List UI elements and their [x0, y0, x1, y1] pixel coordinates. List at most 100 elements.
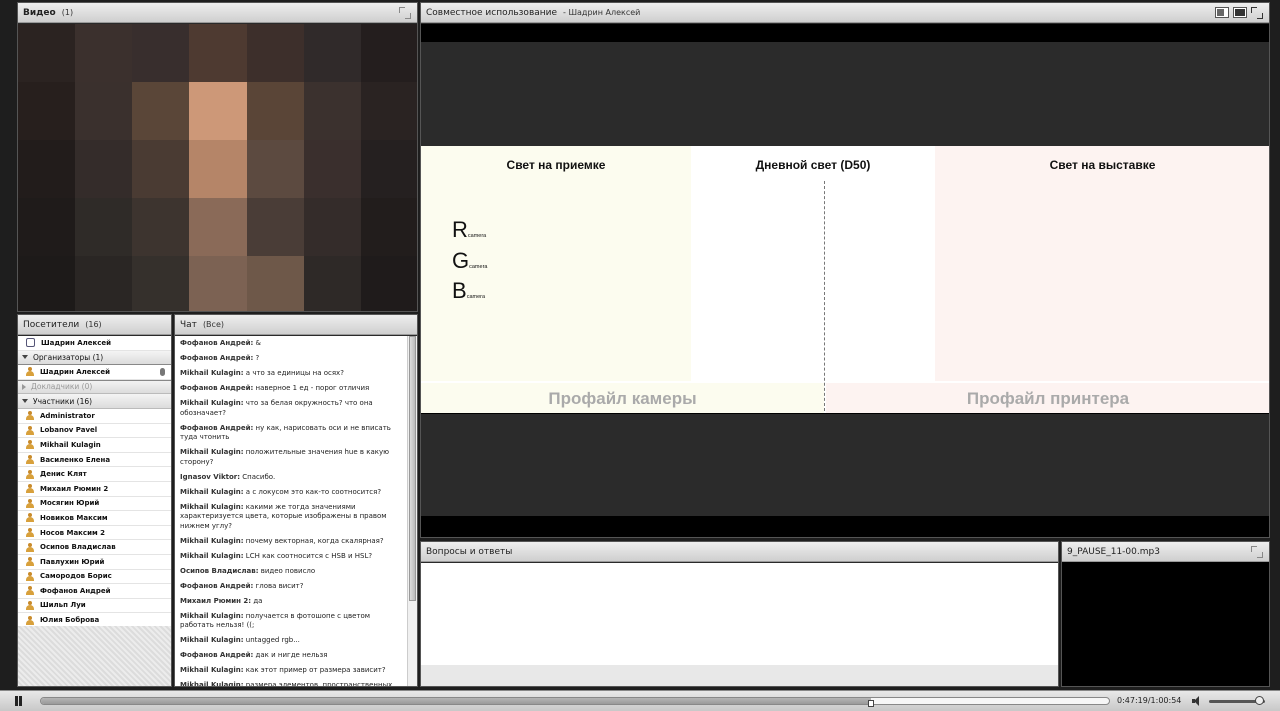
chat-author: Mikhail Kulagin:: [180, 448, 244, 457]
chat-text: а что за единицы на осях?: [243, 368, 344, 377]
participant-entry[interactable]: Михаил Рюмин 2: [18, 482, 171, 497]
chat-author: Фофанов Андрей:: [180, 651, 254, 660]
chat-author: Фофанов Андрей:: [180, 423, 254, 432]
chat-message: Mikhail Kulagin: как этот пример от разм…: [180, 666, 402, 676]
zone1-title: Свет на приемке: [506, 158, 606, 172]
video-pixel-block: [303, 82, 361, 140]
fullscreen-icon[interactable]: [1251, 546, 1263, 558]
chat-author: Mikhail Kulagin:: [180, 551, 244, 560]
participant-entry[interactable]: Mikhail Kulagin: [18, 438, 171, 453]
video-pixel-block: [189, 82, 247, 140]
chat-filter[interactable]: (Все): [203, 320, 224, 329]
person-icon: [26, 542, 34, 552]
qa-content: [421, 563, 1058, 665]
video-pixel-block: [246, 198, 304, 256]
chat-message: Ignasov Viktor: Спасибо.: [180, 473, 402, 483]
playback-bar: 0:47:19/1:00:54: [0, 690, 1280, 711]
participant-entry[interactable]: Самородов Борис: [18, 570, 171, 585]
person-icon: [26, 571, 34, 581]
chat-author: Mikhail Kulagin:: [180, 368, 244, 377]
zone-receiving-light: Свет на приемке Rcamera Gcamera Bcamera: [421, 146, 691, 381]
participant-entry[interactable]: Мосягин Юрий: [18, 497, 171, 512]
chat-scrollbar[interactable]: [407, 336, 417, 686]
rgb-subscript: camera: [467, 233, 487, 239]
participant-entry[interactable]: Новиков Максим: [18, 511, 171, 526]
chat-text: Спасибо.: [240, 472, 276, 481]
fullscreen-icon[interactable]: [399, 7, 411, 19]
chat-message: Mikhail Kulagin: LCH как соотносится с H…: [180, 552, 402, 562]
chat-author: Фофанов Андрей:: [180, 581, 254, 590]
participant-name: Mikhail Kulagin: [40, 440, 101, 449]
host-name: Шадрин Алексей: [41, 338, 112, 347]
chat-text: да: [251, 596, 263, 605]
attendees-pod: Посетители (16) Шадрин Алексей Организат…: [17, 314, 172, 687]
presenters-group[interactable]: Докладчики (0): [18, 379, 171, 395]
participant-entry[interactable]: Павлухин Юрий: [18, 555, 171, 570]
layout-icon[interactable]: [1215, 7, 1229, 18]
layout-wide-icon[interactable]: [1233, 7, 1247, 18]
chat-messages: Фофанов Андрей: & Фофанов Андрей: ? Mikhai…: [175, 336, 407, 686]
person-icon: [26, 425, 34, 435]
video-pixel-block: [132, 198, 190, 256]
scrollbar-thumb[interactable]: [409, 336, 416, 601]
chat-message: Mikhail Kulagin: untagged rgb...: [180, 636, 402, 646]
participant-name: Осипов Владислав: [40, 543, 116, 552]
participant-list: Administrator Lobanov Pavel Mikhail Kulagi…: [18, 409, 171, 628]
playback-progress-track[interactable]: [40, 697, 1110, 705]
share-letterbox-top: [421, 42, 1269, 146]
playback-time: 0:47:19/1:00:54: [1117, 696, 1182, 705]
participants-group[interactable]: Участники (16): [18, 394, 171, 409]
participant-entry[interactable]: Осипов Владислав: [18, 540, 171, 555]
video-pixel-block: [132, 24, 190, 82]
fullscreen-icon[interactable]: [1251, 7, 1263, 19]
volume-icon[interactable]: [1192, 696, 1202, 706]
chat-message: Михаил Рюмин 2: да: [180, 597, 402, 607]
chat-text: наверное 1 ед - порог отличия: [253, 383, 370, 392]
pause-icon[interactable]: [14, 696, 23, 706]
person-icon: [26, 513, 34, 523]
participant-name: Василенко Елена: [40, 455, 111, 464]
video-pod-title: Видео: [23, 7, 56, 18]
participant-entry[interactable]: Administrator: [18, 409, 171, 424]
video-pixel-block: [303, 140, 361, 198]
chat-pod: Чат (Все) Фофанов Андрей: & Фофанов Андре…: [174, 314, 418, 687]
chat-message: Mikhail Kulagin: размера элементов, прос…: [180, 681, 402, 686]
participant-entry[interactable]: Фофанов Андрей: [18, 584, 171, 599]
chat-message: Mikhail Kulagin: получается в фотошопе с…: [180, 612, 402, 631]
rgb-line: Rcamera: [452, 217, 487, 249]
participant-entry[interactable]: Шильп Луи: [18, 599, 171, 614]
participant-entry[interactable]: Lobanov Pavel: [18, 424, 171, 439]
video-pixel-block: [18, 24, 76, 82]
person-icon: [26, 484, 34, 494]
video-pixel-block: [18, 198, 76, 256]
list-empty-area: [18, 626, 171, 686]
zone3-title: Свет на выставке: [1049, 158, 1156, 172]
organizer-entry[interactable]: Шадрин Алексей: [18, 364, 171, 381]
chat-message: Осипов Владислав: видео повисло: [180, 567, 402, 577]
participant-name: Денис Клят: [40, 470, 87, 479]
video-pixel-block: [189, 198, 247, 256]
participant-entry[interactable]: Василенко Елена: [18, 453, 171, 468]
chat-message: Фофанов Андрей: ?: [180, 354, 402, 364]
volume-knob[interactable]: [1255, 696, 1265, 705]
chat-author: Mikhail Kulagin:: [180, 502, 244, 511]
video-pixel-block: [132, 82, 190, 140]
person-icon: [26, 586, 34, 596]
chat-message: Mikhail Kulagin: а что за единицы на ося…: [180, 369, 402, 379]
playback-scrubber[interactable]: [868, 700, 875, 707]
chat-text: а с локусом это как-то соотносится?: [243, 487, 382, 496]
chat-author: Mikhail Kulagin:: [180, 681, 244, 686]
chat-author: Mikhail Kulagin:: [180, 666, 244, 675]
video-pixel-block: [18, 256, 76, 311]
chat-author: Михаил Рюмин 2:: [180, 596, 252, 605]
host-entry[interactable]: Шадрин Алексей: [18, 336, 171, 351]
video-pod: Видео (1): [17, 2, 418, 312]
video-pixel-block: [132, 256, 190, 311]
rgb-subscript: camera: [466, 294, 486, 300]
participant-entry[interactable]: Носов Максим 2: [18, 526, 171, 541]
participant-entry[interactable]: Денис Клят: [18, 467, 171, 482]
organizers-group[interactable]: Организаторы (1): [18, 350, 171, 366]
expand-arrow-icon: [22, 355, 28, 360]
rgb-letter: B: [452, 278, 467, 303]
video-pixel-block: [303, 198, 361, 256]
